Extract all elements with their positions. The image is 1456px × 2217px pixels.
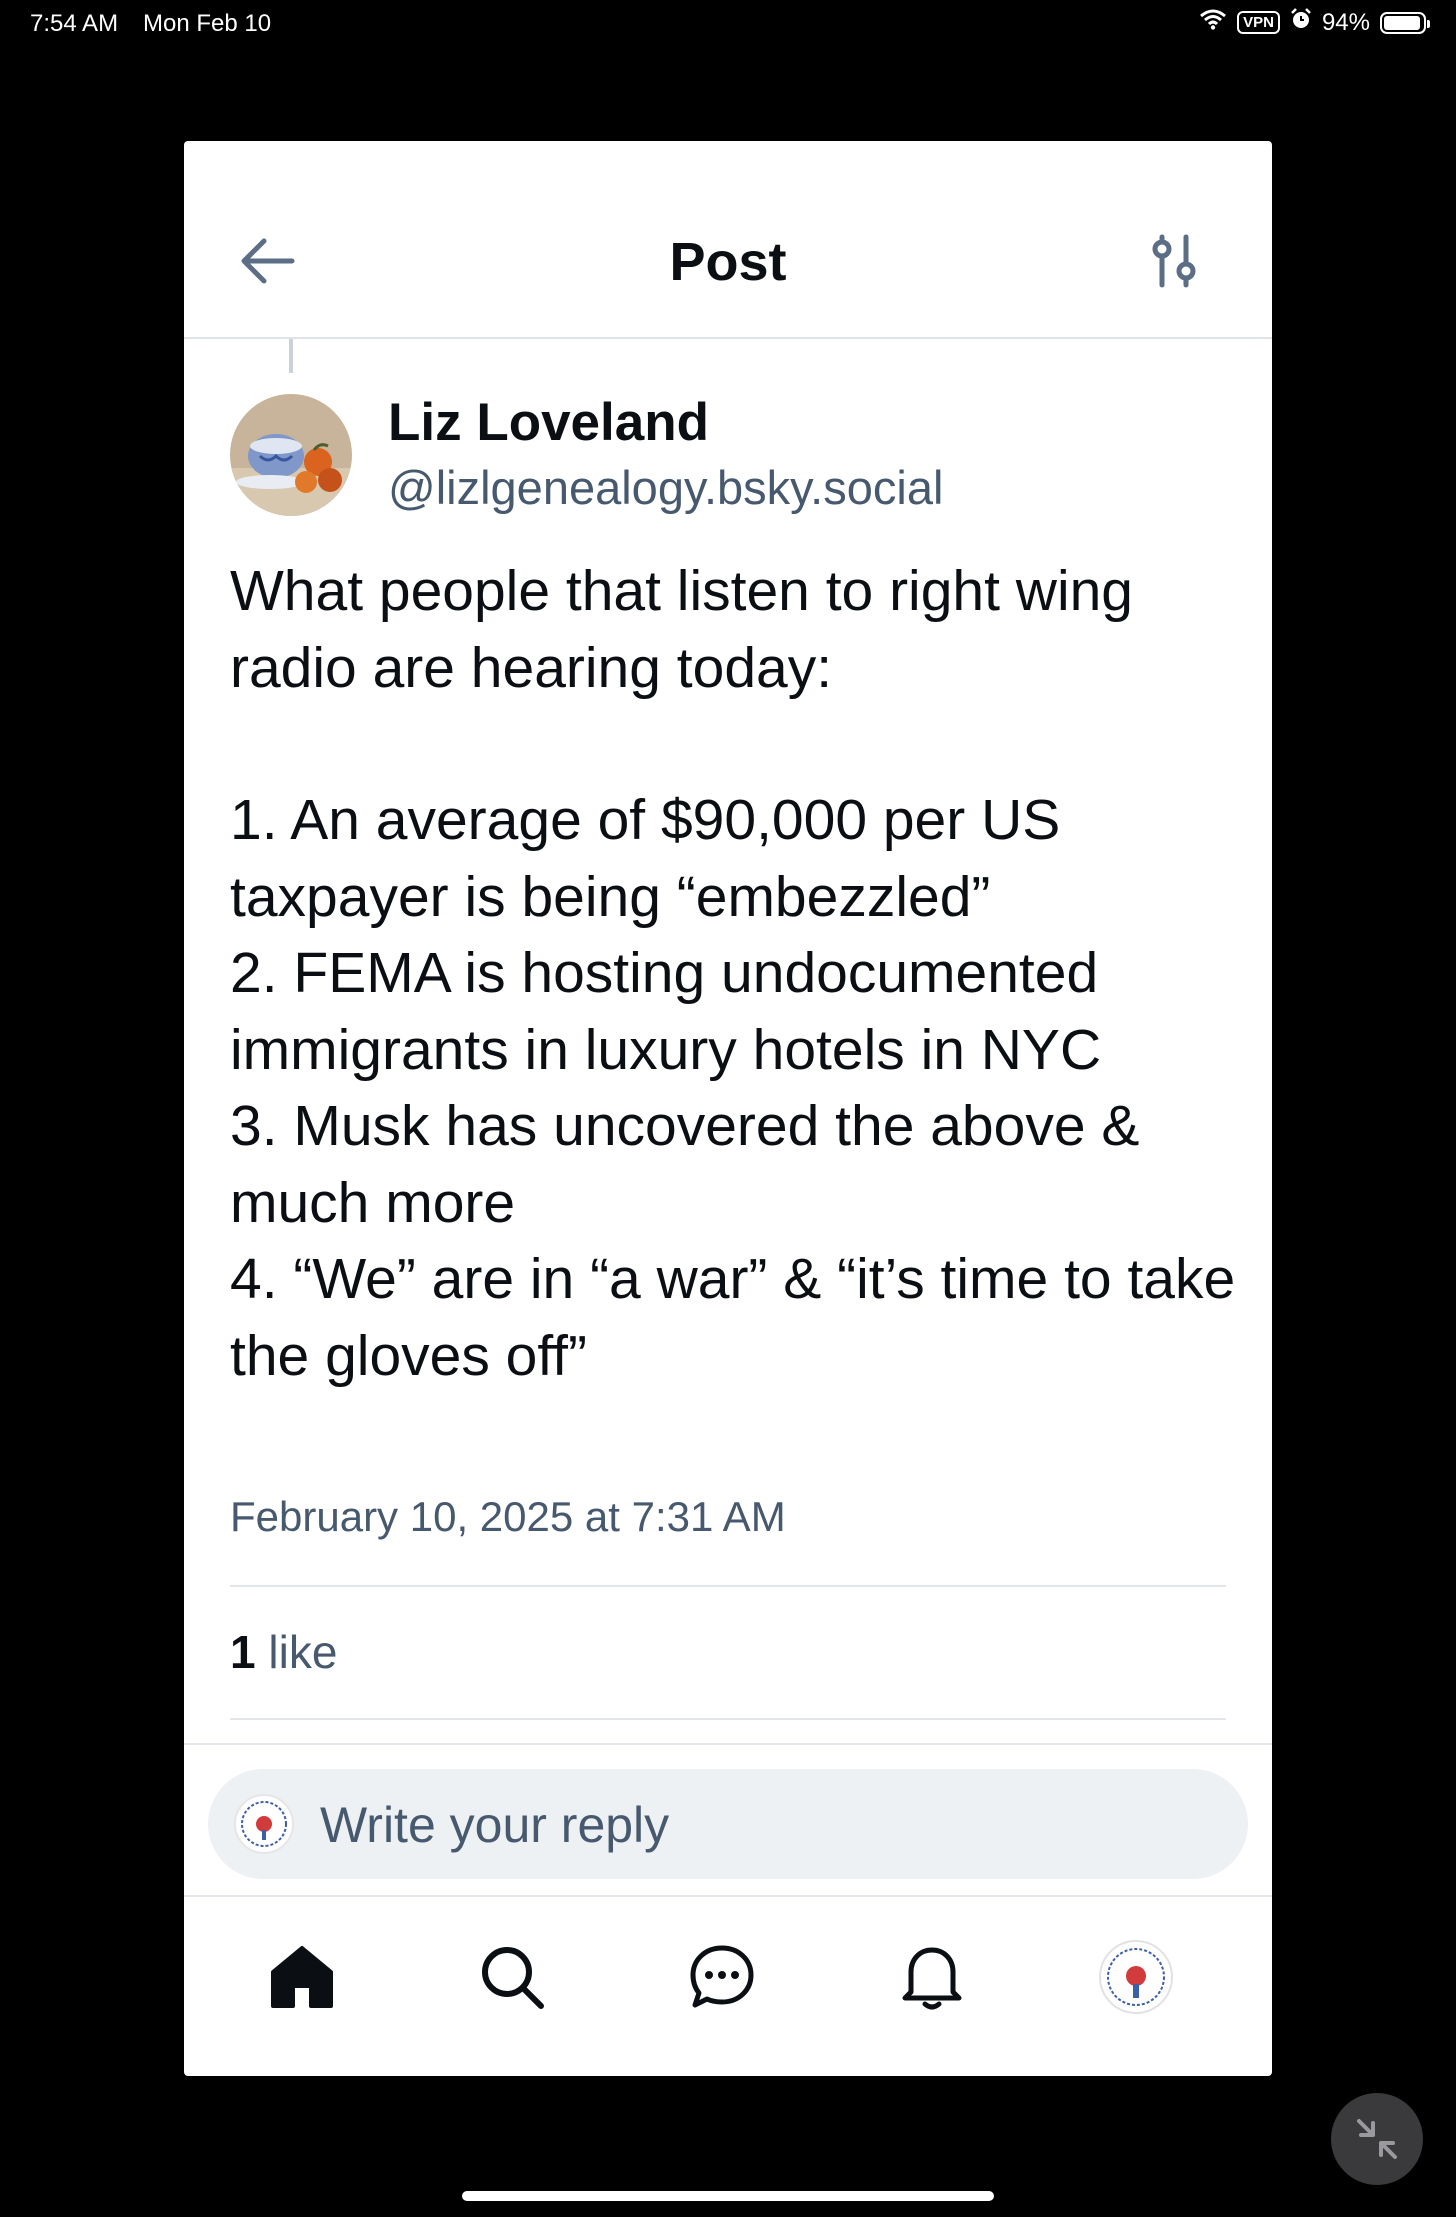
status-time: 7:54 AM: [30, 10, 119, 37]
vpn-badge: VPN: [1237, 11, 1280, 34]
nav-home[interactable]: [262, 1937, 342, 2017]
bell-icon: [902, 1947, 962, 2010]
nav-profile[interactable]: [1096, 1937, 1176, 2017]
alarm-icon: [1290, 8, 1312, 37]
post-item: 3. Musk has uncovered the above & much m…: [230, 1094, 1140, 1235]
divider: [230, 1585, 1226, 1587]
post-author[interactable]: Liz Loveland @lizlgenealogy.bsky.social: [230, 393, 943, 517]
post-item: 1. An average of $90,000 per US taxpayer…: [230, 788, 1061, 929]
collapse-button[interactable]: [1331, 2093, 1423, 2185]
post-timestamp: February 10, 2025 at 7:31 AM: [230, 1493, 786, 1540]
profile-avatar: [1099, 1940, 1173, 2014]
like-count: 1: [230, 1626, 256, 1678]
filter-button[interactable]: [1150, 233, 1200, 289]
reply-placeholder: Write your reply: [320, 1797, 670, 1853]
nav-notifications[interactable]: [892, 1937, 972, 2017]
status-bar: 7:54 AM Mon Feb 10 VPN 94%: [0, 0, 1456, 46]
home-icon: [271, 1946, 333, 2008]
collapse-arrows-icon: [1357, 2119, 1397, 2159]
sliders-icon: [1152, 234, 1196, 288]
post-item: 4. “We” are in “a war” & “it’s time to t…: [230, 1247, 1236, 1388]
avatar[interactable]: [230, 394, 352, 516]
nav-chat[interactable]: [682, 1937, 762, 2017]
bottom-nav: [184, 1897, 1272, 2076]
home-indicator[interactable]: [462, 2191, 994, 2201]
post-body: What people that listen to right wing ra…: [230, 553, 1240, 1394]
post-intro: What people that listen to right wing ra…: [230, 559, 1134, 700]
thread-line: [289, 339, 293, 373]
wifi-icon: [1199, 8, 1227, 37]
battery-percent: 94%: [1321, 8, 1370, 36]
page-title: Post: [669, 232, 787, 292]
author-handle[interactable]: @lizlgenealogy.bsky.social: [388, 459, 943, 517]
post-item: 2. FEMA is hosting undocumented immigran…: [230, 941, 1102, 1082]
reply-input[interactable]: Write your reply: [208, 1769, 1248, 1879]
divider: [184, 1743, 1272, 1745]
like-count-link[interactable]: 1 like: [230, 1625, 337, 1679]
battery-icon: [1380, 11, 1430, 34]
status-indicators: VPN 94%: [1199, 8, 1430, 37]
search-icon: [482, 1947, 544, 2009]
status-date: Mon Feb 10: [143, 10, 272, 37]
chat-icon: [690, 1945, 754, 2008]
divider: [230, 1718, 1226, 1720]
nav-search[interactable]: [472, 1937, 552, 2017]
app-window: Post Liz Loveland @lizlgenealogy.bsky.so…: [184, 141, 1272, 2076]
header: Post: [184, 141, 1272, 339]
like-label: like: [268, 1626, 338, 1678]
author-name[interactable]: Liz Loveland: [388, 393, 943, 453]
reply-avatar: [234, 1794, 294, 1854]
